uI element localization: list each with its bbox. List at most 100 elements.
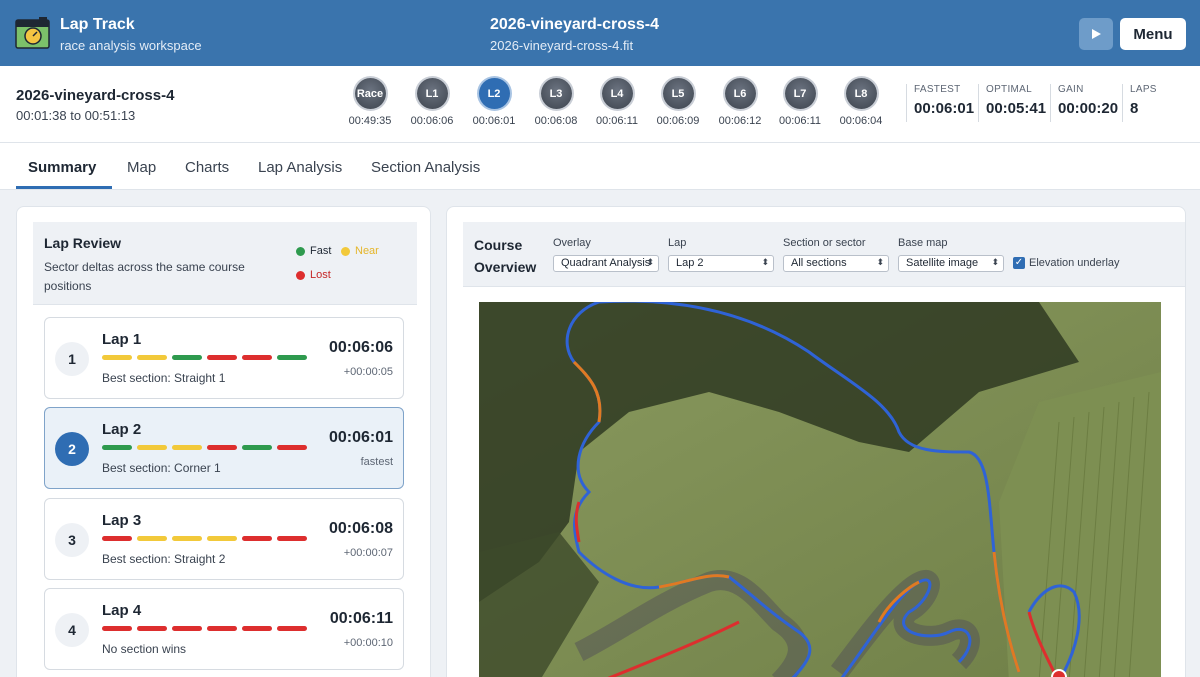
stat-fastest: FASTEST 00:06:01: [906, 84, 976, 122]
lap-review-title: Lap Review: [44, 235, 122, 251]
basemap-select[interactable]: Satellite image ⬍: [898, 255, 1004, 272]
lap-card-3[interactable]: 3 Lap 3 Best section: Straight 2 00:06:0…: [44, 498, 404, 580]
sector-bar-lost: [242, 536, 272, 541]
play-button[interactable]: [1079, 18, 1113, 50]
lap-chip-time: 00:06:11: [595, 115, 638, 127]
play-icon: [1092, 29, 1101, 39]
sector-bars: [102, 355, 307, 360]
lap-chip-race[interactable]: Race 00:49:35: [339, 78, 401, 127]
lap-chip-l4[interactable]: L4 00:06:11: [586, 78, 648, 127]
lap-best-section: No section wins: [102, 642, 187, 656]
lap-chip-label: L4: [601, 78, 633, 109]
lap-delta: +00:00:07: [343, 547, 393, 559]
sector-bars: [102, 626, 307, 631]
lap-chip-l1[interactable]: L1 00:06:06: [401, 78, 463, 127]
lap-select[interactable]: Lap 2 ⬍: [668, 255, 774, 272]
sector-bar-lost: [242, 355, 272, 360]
lap-review-panel: Lap Review Sector deltas across the same…: [16, 206, 431, 677]
stat-value: 00:06:01: [914, 100, 975, 117]
lap-chip-label: L6: [724, 78, 756, 109]
lap-label: Lap: [668, 237, 687, 249]
lap-chip-time: 00:49:35: [348, 115, 392, 127]
lap-review-description: Sector deltas across the same course pos…: [44, 260, 245, 293]
legend-lost: Lost: [296, 269, 331, 281]
lap-chip-l6[interactable]: L6 00:06:12: [709, 78, 771, 127]
stat-label: LAPS: [1130, 84, 1157, 95]
lap-chip-l5[interactable]: L5 00:06:09: [647, 78, 709, 127]
lap-delta: fastest: [360, 456, 393, 468]
lap-time: 00:06:11: [329, 610, 393, 627]
sector-bar-near: [137, 445, 167, 450]
lap-number-badge: 3: [55, 523, 89, 557]
lap-card-2[interactable]: 2 Lap 2 Best section: Corner 1 00:06:01 …: [44, 407, 404, 489]
sector-bar-near: [137, 355, 167, 360]
sector-bar-fast: [242, 445, 272, 450]
tab-summary[interactable]: Summary: [28, 159, 96, 176]
select-arrows-icon: ⬍: [991, 257, 999, 267]
lap-chip-time: 00:06:04: [839, 115, 883, 127]
elevation-label: Elevation underlay: [1029, 257, 1120, 269]
tab-charts[interactable]: Charts: [185, 159, 229, 176]
basemap-label: Base map: [898, 237, 948, 249]
lap-best-section: Best section: Corner 1: [102, 461, 221, 475]
lap-card-1[interactable]: 1 Lap 1 Best section: Straight 1 00:06:0…: [44, 317, 404, 399]
sector-bar-near: [137, 536, 167, 541]
tab-map[interactable]: Map: [127, 159, 156, 176]
sector-bar-lost: [277, 536, 307, 541]
tab-lap-analysis[interactable]: Lap Analysis: [258, 159, 342, 176]
lap-name: Lap 4: [102, 602, 142, 619]
sector-bars: [102, 445, 307, 450]
lap-chip-time: 00:06:06: [410, 115, 454, 127]
stat-label: OPTIMAL: [986, 84, 1032, 95]
elevation-checkbox[interactable]: ✓: [1013, 257, 1025, 269]
stat-value: 8: [1130, 100, 1139, 117]
lap-chip-label: Race: [354, 78, 386, 109]
lap-chip-l7[interactable]: L7 00:06:11: [769, 78, 831, 127]
section-value: All sections: [791, 257, 847, 269]
lap-value: Lap 2: [676, 257, 704, 269]
lap-chip-label: L2: [478, 78, 510, 109]
file-title: 2026-vineyard-cross-4: [490, 16, 659, 33]
active-tab-indicator: [16, 186, 112, 189]
course-map[interactable]: [479, 302, 1161, 677]
session-range: 00:01:38 to 00:51:13: [16, 108, 136, 123]
legend-lost-label: Lost: [310, 269, 331, 281]
sector-bar-fast: [172, 355, 202, 360]
lap-chip-l3[interactable]: L3 00:06:08: [525, 78, 587, 127]
sector-bar-near: [102, 355, 132, 360]
lap-chip-time: 00:06:12: [718, 115, 762, 127]
tab-section-analysis[interactable]: Section Analysis: [371, 159, 480, 176]
overlay-select[interactable]: Quadrant Analysis ⬍: [553, 255, 659, 272]
lap-best-section: Best section: Straight 2: [102, 552, 226, 566]
stopwatch-logo-icon: [15, 17, 50, 49]
sector-bar-near: [207, 536, 237, 541]
overlay-label: Overlay: [553, 237, 591, 249]
legend-fast: Fast: [296, 245, 331, 257]
section-select[interactable]: All sections ⬍: [783, 255, 889, 272]
lap-chip-time: 00:06:11: [778, 115, 821, 127]
lap-number-badge: 2: [55, 432, 89, 466]
sector-bar-near: [172, 536, 202, 541]
lap-number-badge: 4: [55, 613, 89, 647]
lost-dot-icon: [296, 270, 305, 280]
sector-bar-lost: [102, 536, 132, 541]
lap-chip-label: L7: [784, 78, 816, 109]
stat-optimal: OPTIMAL 00:05:41: [978, 84, 1050, 122]
lap-delta: +00:00:05: [343, 366, 393, 378]
course-overview-header: Course Overview Overlay Quadrant Analysi…: [463, 222, 1185, 287]
stat-value: 00:05:41: [986, 100, 1047, 117]
menu-button[interactable]: Menu: [1120, 18, 1186, 50]
lap-chip-time: 00:06:09: [656, 115, 700, 127]
stat-gain: GAIN 00:00:20: [1050, 84, 1120, 122]
stat-laps: LAPS 8: [1122, 84, 1182, 122]
near-dot-icon: [341, 246, 350, 256]
lap-best-section: Best section: Straight 1: [102, 371, 226, 385]
select-arrows-icon: ⬍: [761, 257, 769, 267]
lap-time: 00:06:01: [328, 429, 393, 446]
tab-bar: Summary Map Charts Lap Analysis Section …: [0, 143, 1200, 190]
lap-chip-l8[interactable]: L8 00:06:04: [830, 78, 892, 127]
sector-bar-lost: [242, 626, 272, 631]
lap-time: 00:06:06: [328, 339, 393, 356]
lap-card-4[interactable]: 4 Lap 4 No section wins 00:06:11 +00:00:…: [44, 588, 404, 670]
lap-chip-l2[interactable]: L2 00:06:01: [463, 78, 525, 127]
